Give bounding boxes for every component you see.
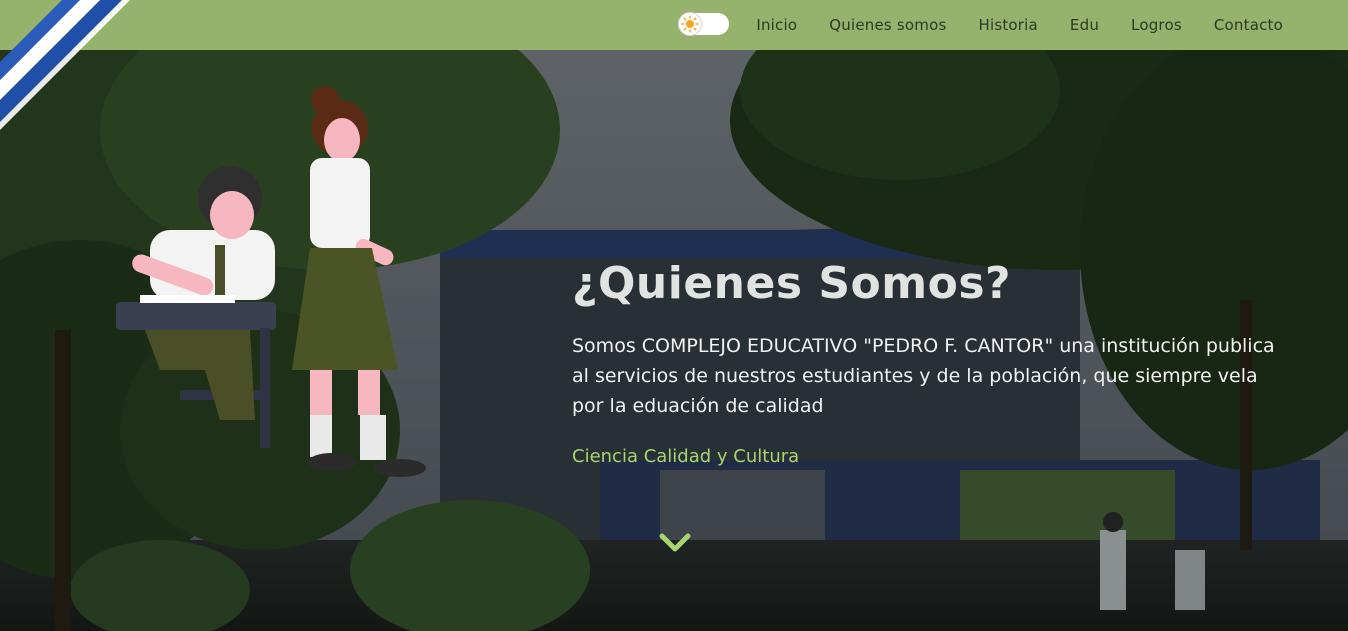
- navbar: Inicio Quienes somos Historia Edu Logros…: [0, 0, 1348, 50]
- hero-slogan: Ciencia Calidad y Cultura: [572, 445, 800, 467]
- nav-link-quienes-somos[interactable]: Quienes somos: [829, 16, 946, 34]
- nav-link-logros[interactable]: Logros: [1131, 16, 1182, 34]
- nav-links: Inicio Quienes somos Historia Edu Logros…: [756, 0, 1283, 50]
- hero-description: Somos COMPLEJO EDUCATIVO "PEDRO F. CANTO…: [572, 334, 1275, 417]
- nav-link-inicio[interactable]: Inicio: [756, 16, 797, 34]
- chevron-down-icon[interactable]: [658, 532, 692, 558]
- sun-icon: [678, 12, 702, 36]
- nav-link-historia[interactable]: Historia: [978, 16, 1037, 34]
- hero-section: ¿Quienes Somos? Somos COMPLEJO EDUCATIVO…: [0, 50, 1348, 631]
- hero-title: ¿Quienes Somos?: [572, 258, 1012, 309]
- nav-link-contacto[interactable]: Contacto: [1214, 16, 1283, 34]
- flag-ribbon-icon: [0, 0, 130, 130]
- hero-content: ¿Quienes Somos? Somos COMPLEJO EDUCATIVO…: [572, 258, 1292, 467]
- nav-link-edu[interactable]: Edu: [1070, 16, 1099, 34]
- students-illustration: [116, 86, 426, 477]
- theme-toggle[interactable]: [678, 12, 729, 36]
